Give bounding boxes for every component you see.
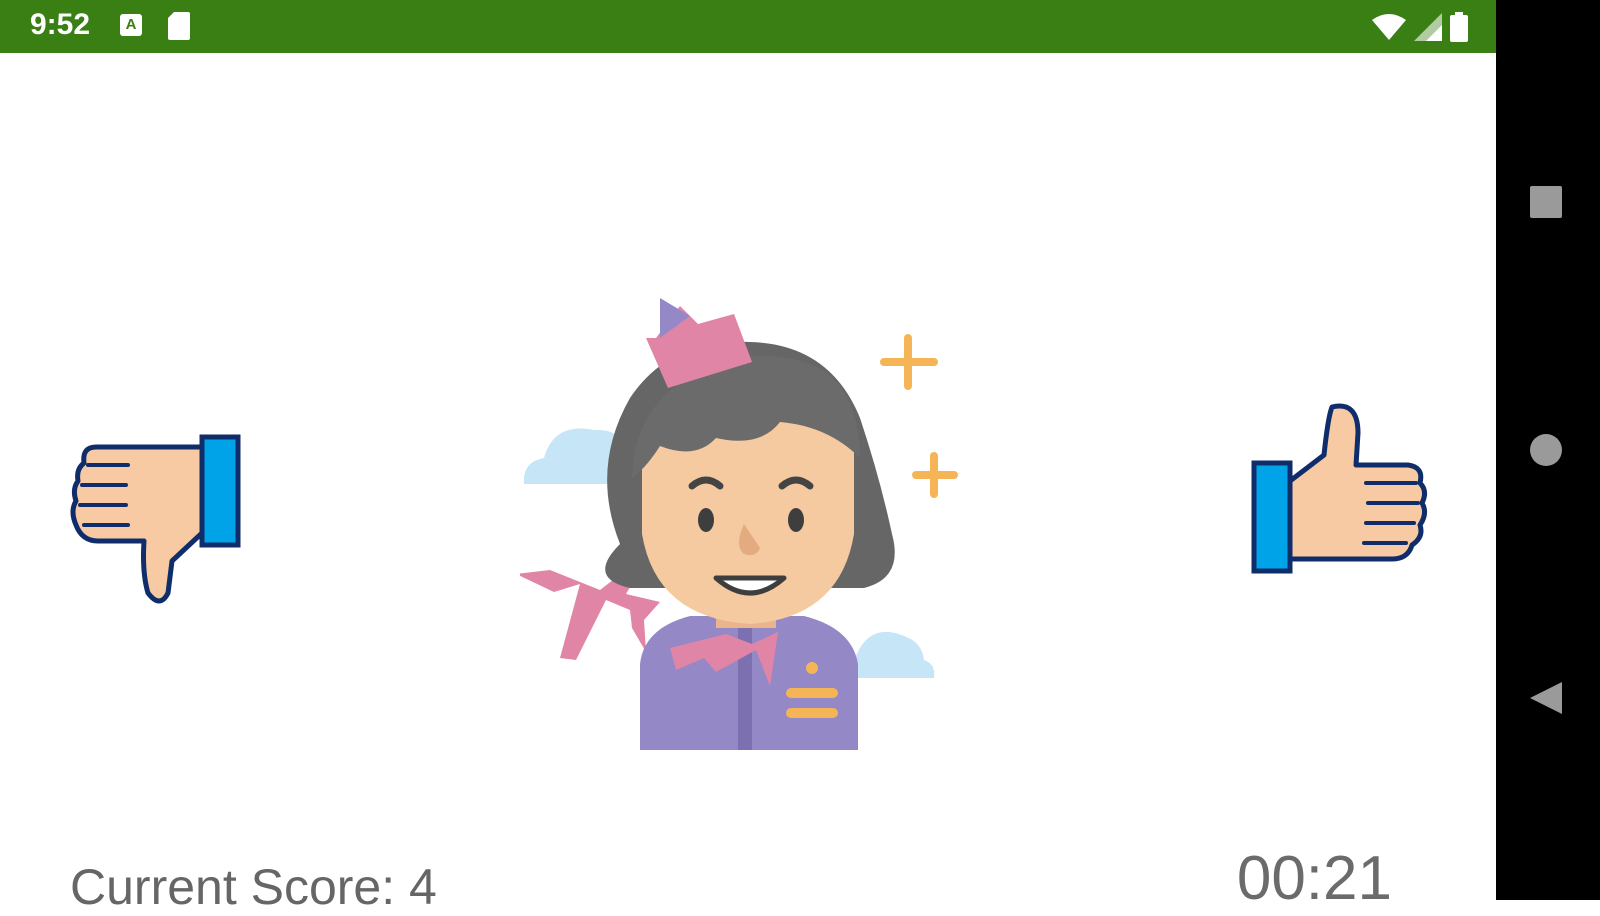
status-time: 9:52	[30, 8, 91, 41]
home-circle-icon[interactable]	[1528, 432, 1564, 468]
back-triangle-icon[interactable]	[1528, 680, 1564, 716]
flight-attendant-illustration[interactable]	[520, 298, 960, 750]
game-screen: Current Score: 4 00:21	[0, 53, 1496, 915]
battery-icon	[1450, 12, 1468, 42]
navigation-bar	[1496, 0, 1600, 900]
current-score: Current Score: 4	[70, 859, 437, 915]
a-icon: A	[120, 14, 142, 36]
timer: 00:21	[1236, 844, 1392, 913]
thumbs-up-icon[interactable]	[1248, 403, 1428, 583]
status-icons	[1372, 12, 1468, 42]
sd-card-icon	[168, 12, 190, 40]
recents-square-icon[interactable]	[1528, 184, 1564, 220]
status-bar: 9:52 A	[0, 0, 1496, 53]
cellular-signal-icon	[1414, 13, 1442, 41]
wifi-icon	[1372, 14, 1406, 40]
thumbs-down-icon[interactable]	[68, 433, 248, 613]
